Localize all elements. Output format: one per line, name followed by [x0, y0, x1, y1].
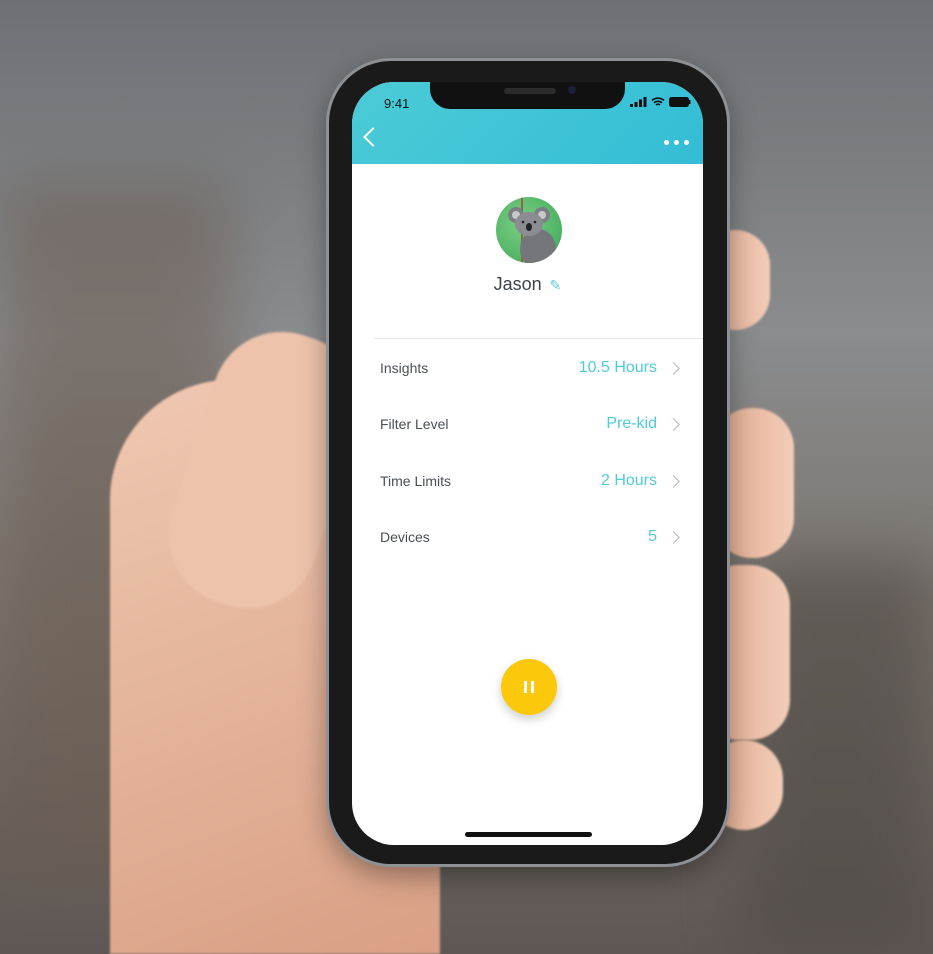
- pause-icon: [531, 681, 534, 693]
- battery-icon: [669, 97, 691, 107]
- koala-avatar: [508, 197, 556, 263]
- row-value: 2 Hours: [600, 472, 657, 489]
- profile-name-row: Jason ✎: [352, 274, 703, 295]
- chevron-right-icon: [667, 474, 680, 488]
- chevron-left-icon[interactable]: [363, 127, 383, 147]
- row-filter-level[interactable]: Filter Level Pre-kid: [380, 404, 681, 444]
- row-insights[interactable]: Insights 10.5 Hours: [380, 348, 681, 388]
- notch: [430, 82, 625, 109]
- wifi-icon: [651, 97, 665, 106]
- row-label: Filter Level: [380, 416, 449, 432]
- status-time: 9:41: [384, 96, 410, 111]
- row-label: Devices: [380, 529, 430, 545]
- profile-name: Jason: [493, 274, 542, 294]
- chevron-right-icon: [667, 530, 680, 544]
- phone-screen: 9:41 Jason ✎ Insights 10.5 Hours Filter L…: [352, 82, 703, 845]
- pause-icon: [524, 681, 527, 693]
- row-value: 10.5 Hours: [578, 359, 657, 376]
- divider: [374, 338, 703, 339]
- avatar[interactable]: [496, 197, 562, 263]
- chevron-right-icon: [667, 417, 680, 431]
- chevron-right-icon: [667, 361, 680, 375]
- row-value: Pre-kid: [606, 415, 657, 432]
- signal-icon: [630, 97, 647, 107]
- app-header: 9:41: [352, 82, 703, 164]
- status-icons: [630, 97, 691, 107]
- row-value: 5: [648, 528, 657, 545]
- row-devices[interactable]: Devices 5: [380, 517, 681, 557]
- pause-button[interactable]: [501, 659, 557, 715]
- row-label: Time Limits: [380, 473, 452, 489]
- pencil-icon[interactable]: ✎: [550, 277, 562, 293]
- more-horizontal-icon[interactable]: [664, 140, 689, 145]
- row-time-limits[interactable]: Time Limits 2 Hours: [380, 461, 681, 501]
- row-label: Insights: [380, 360, 429, 376]
- home-indicator[interactable]: [465, 832, 592, 837]
